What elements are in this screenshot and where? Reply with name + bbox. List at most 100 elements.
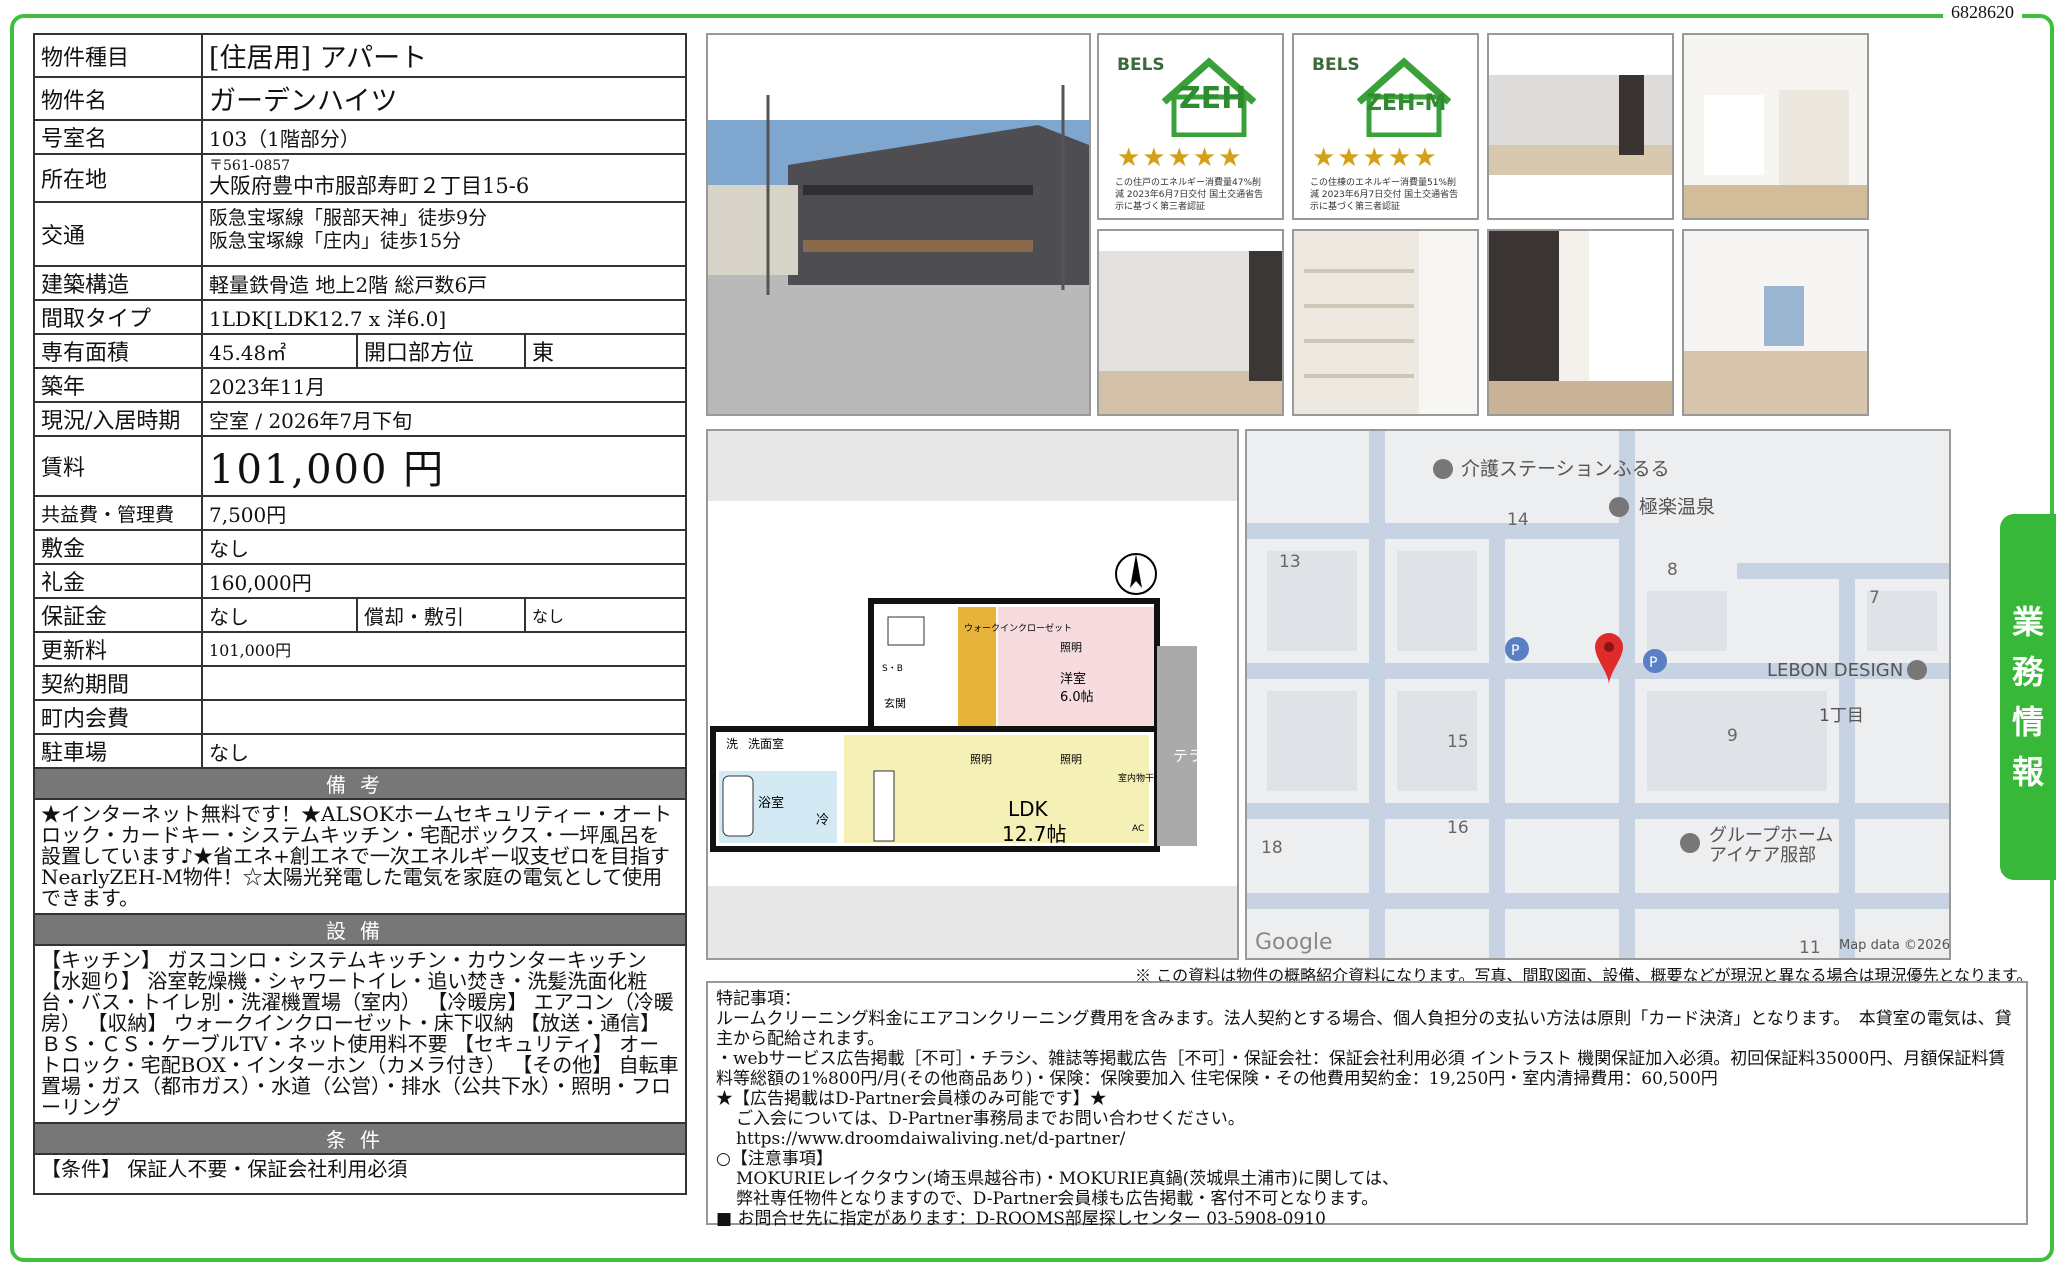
western-label: 洋室 [1060,671,1086,687]
area-value: 45.48㎡ [201,333,358,369]
block-number: 9 [1727,726,1738,746]
opening-value: 東 [524,333,687,369]
key-money-value: 160,000円 [201,563,687,599]
side-tab-char: 報 [2011,753,2044,791]
address-value: 大阪府豊中市服部寿町２丁目15-6 [209,174,530,198]
business-info-tab[interactable]: 業 務 情 報 [2000,514,2056,880]
star-rating-icon: ★★★★★ [1117,143,1244,173]
equipment-text: 【キッチン】 ガスコンロ・システムキッチン・カウンターキッチン 【水廻り】 浴室… [33,944,687,1124]
place-pin-icon [1907,660,1927,680]
property-spec-table: 物件種目 [住居用] アパート 物件名 ガーデンハイツ 号室名 103（1階部分） 所… [33,33,687,1195]
traffic-label: 交通 [33,201,203,267]
deposit-value: なし [201,529,687,565]
block-number: 11 [1799,938,1821,958]
block-number: 13 [1279,552,1301,572]
zeh-mark: ZEH [1179,81,1247,116]
traffic-line-2: 阪急宝塚線「庄内」徒歩15分 [209,230,462,252]
parking-label: P [1649,655,1657,671]
structure-label: 建築構造 [33,265,203,301]
remarks-text: ★インターネット無料です！★ALSOKホームセキュリティー・オートロック・カード… [33,798,687,915]
poi-label: 極楽温泉 [1639,496,1715,518]
poi-label: アイケア服部 [1709,845,1816,866]
notes-line: 特記事項： [716,989,801,1009]
interior-photo[interactable] [1292,229,1479,416]
block-number: 16 [1447,818,1469,838]
interior-photo[interactable] [1097,229,1284,416]
washroom-label: 洗面室 [748,736,784,751]
notes-line: MOKURIEレイクタウン(埼玉県越谷市)・MOKURIE真鍋(茨城県土浦市)に… [736,1169,1400,1189]
interior-photo[interactable] [1682,33,1869,220]
partner-url-link[interactable]: https://www.droomdaiwaliving.net/d-partn… [716,1129,2018,1149]
poi-label: LEBON DESIGN [1767,660,1903,681]
floor-plan[interactable]: テラス 照明 洋室 6.0帖 ウォークインクローゼット 照明 照明 LDK 12… [706,429,1239,960]
rent-value: 101,000 円 [201,435,687,497]
ldk-size: 12.7帖 [1002,822,1067,846]
light-label: 照明 [1060,753,1082,766]
bels-caption: この住戸のエネルギー消費量47%削減 2023年6月7日交付 国土交通省告示に基… [1115,178,1264,212]
community-value [201,699,687,735]
block-number: 8 [1667,560,1678,580]
walkin-label: ウォークインクローゼット [964,622,1072,634]
parking-label: 駐車場 [33,733,203,769]
type-label: 物件種目 [33,33,203,78]
deposit-label: 敷金 [33,529,203,565]
renewal-label: 更新料 [33,631,203,667]
side-tab-char: 業 [2011,603,2044,641]
guarantee-value: なし [201,597,358,633]
fee-value: 7,500円 [201,495,687,531]
document-id: 6828620 [1943,2,2022,23]
bels-brand: BELS [1312,55,1360,75]
fee-label: 共益費・管理費 [33,495,203,531]
poi-label: 介護ステーションふるる [1461,458,1670,480]
ac-label: AC [1132,824,1144,834]
layout-label: 間取タイプ [33,299,203,335]
ldk-label: LDK [1008,797,1049,821]
notes-line: ■ お問合せ先に指定があります：D-ROOMS部屋探しセンター 03-5908-… [716,1209,1326,1229]
kitchen-counter-icon [873,770,895,842]
wash-label: 洗 [726,737,738,751]
address-label: 所在地 [33,153,203,203]
parking-value: なし [201,733,687,769]
notes-line: 弊社専任物件となりますので、D-Partner会員様も広告掲載・客付不可となりま… [736,1189,1379,1209]
western-size: 6.0帖 [1060,690,1094,705]
light-label: 照明 [970,753,992,766]
guarantee-label: 保証金 [33,597,203,633]
block-number: 14 [1507,510,1529,530]
block-number: 15 [1447,732,1469,752]
entrance-label: 玄関 [884,696,906,710]
side-tab-char: 情 [2011,703,2044,741]
traffic-line-1: 阪急宝塚線「服部天神」徒歩9分 [209,207,488,229]
shoebox-label: S・B [882,664,903,674]
amort-value: なし [524,597,687,633]
built-value: 2023年11月 [201,367,687,403]
status-label: 現況/入居時期 [33,401,203,437]
interior-photo[interactable] [1682,229,1869,416]
block-number: 7 [1869,588,1880,608]
notes-line: ★【広告掲載はD-Partner会員様のみ可能です】★ [716,1089,1107,1109]
location-map[interactable]: 介護ステーションふるる 極楽温泉 LEBON DESIGN グループホーム アイ… [1245,429,1951,960]
room-value: 103（1階部分） [201,119,687,155]
compass-icon [1115,553,1157,595]
interior-photo[interactable] [1487,229,1674,416]
area-label: 専有面積 [33,333,203,369]
dryer-label: 室内物干 [1118,772,1154,784]
bels-zeh-badge[interactable]: BELS ZEH ★★★★★ この住戸のエネルギー消費量47%削減 2023年6… [1097,33,1284,220]
poi-label: グループホーム [1709,825,1833,846]
contract-label: 契約期間 [33,665,203,701]
special-notes-box: 特記事項： ルームクリーニング料金にエアコンクリーニング費用を含みます。法人契約… [706,981,2028,1229]
parking-label: P [1511,643,1519,659]
place-pin-icon [1680,833,1700,853]
interior-photo[interactable] [1487,33,1674,220]
map-data-attribution: Map data ©2026 [1839,938,1949,953]
contract-value [201,665,687,701]
bels-zeh-m-badge[interactable]: BELS ZEH-M ★★★★★ この住棟のエネルギー消費量51%削減 2023… [1292,33,1479,220]
place-pin-icon [1609,497,1629,517]
name-label: 物件名 [33,76,203,121]
exterior-photo[interactable] [706,33,1091,416]
toilet-icon [887,616,925,646]
zeh-m-mark: ZEH-M [1366,91,1447,116]
status-value: 空室 / 2026年7月下旬 [201,401,687,437]
google-logo: Google [1255,930,1333,955]
bels-brand: BELS [1117,55,1165,75]
amort-label: 償却・敷引 [356,597,526,633]
